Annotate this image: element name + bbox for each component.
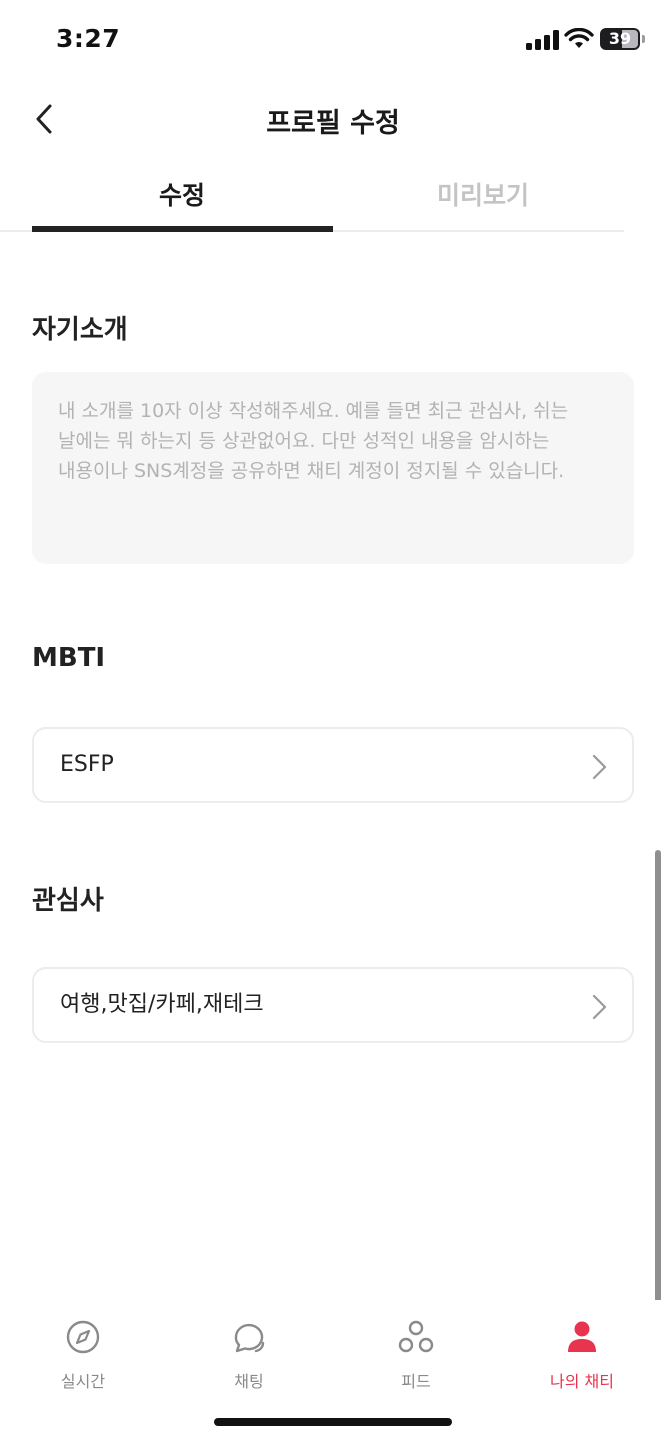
intro-textarea[interactable]: 내 소개를 10자 이상 작성해주세요. 예를 들면 최근 관심사, 쉬는 날에… <box>32 372 634 564</box>
battery-icon: 39 <box>600 28 645 50</box>
tab-edit[interactable]: 수정 <box>32 176 332 212</box>
compass-icon <box>66 1320 100 1354</box>
nav-item-live[interactable]: 실시간 <box>23 1318 143 1392</box>
chevron-right-icon <box>592 994 607 1020</box>
mbti-label: MBTI <box>32 643 106 673</box>
scrollbar[interactable] <box>655 850 661 1302</box>
intro-placeholder: 내 소개를 10자 이상 작성해주세요. 예를 들면 최근 관심사, 쉬는 날에… <box>58 400 569 482</box>
nav-item-my-chatty[interactable]: 나의 채티 <box>522 1318 642 1392</box>
wifi-icon <box>564 28 594 48</box>
nav-label-chat: 채팅 <box>234 1372 264 1391</box>
interests-label: 관심사 <box>32 886 104 916</box>
mbti-select[interactable]: ESFP <box>32 727 634 803</box>
tab-preview[interactable]: 미리보기 <box>333 176 633 212</box>
nav-label-live: 실시간 <box>60 1372 106 1391</box>
chat-bubbles-icon <box>234 1323 265 1353</box>
person-icon <box>568 1321 596 1352</box>
status-time: 3:27 <box>56 24 121 53</box>
signal-icon <box>526 30 559 50</box>
battery-level: 39 <box>608 29 632 48</box>
nav-item-feed[interactable]: 피드 <box>356 1318 476 1392</box>
page-title: 프로필 수정 <box>266 108 400 139</box>
intro-label: 자기소개 <box>32 315 128 345</box>
feed-circles-icon <box>398 1320 434 1353</box>
profile-edit-screen: 3:27 39 프로필 수정 수정 미리보기 자기소개 내 소개를 10자 이상… <box>0 0 666 1440</box>
interests-value: 여행,맛집/카페,재테크 <box>60 992 264 1017</box>
interests-select[interactable]: 여행,맛집/카페,재테크 <box>32 967 634 1043</box>
mbti-value: ESFP <box>60 752 114 777</box>
active-tab-indicator <box>32 226 333 232</box>
nav-item-chat[interactable]: 채팅 <box>189 1318 309 1392</box>
nav-label-my-chatty: 나의 채티 <box>550 1372 614 1391</box>
nav-label-feed: 피드 <box>401 1372 431 1391</box>
chevron-right-icon <box>592 754 607 780</box>
home-indicator <box>214 1418 452 1426</box>
